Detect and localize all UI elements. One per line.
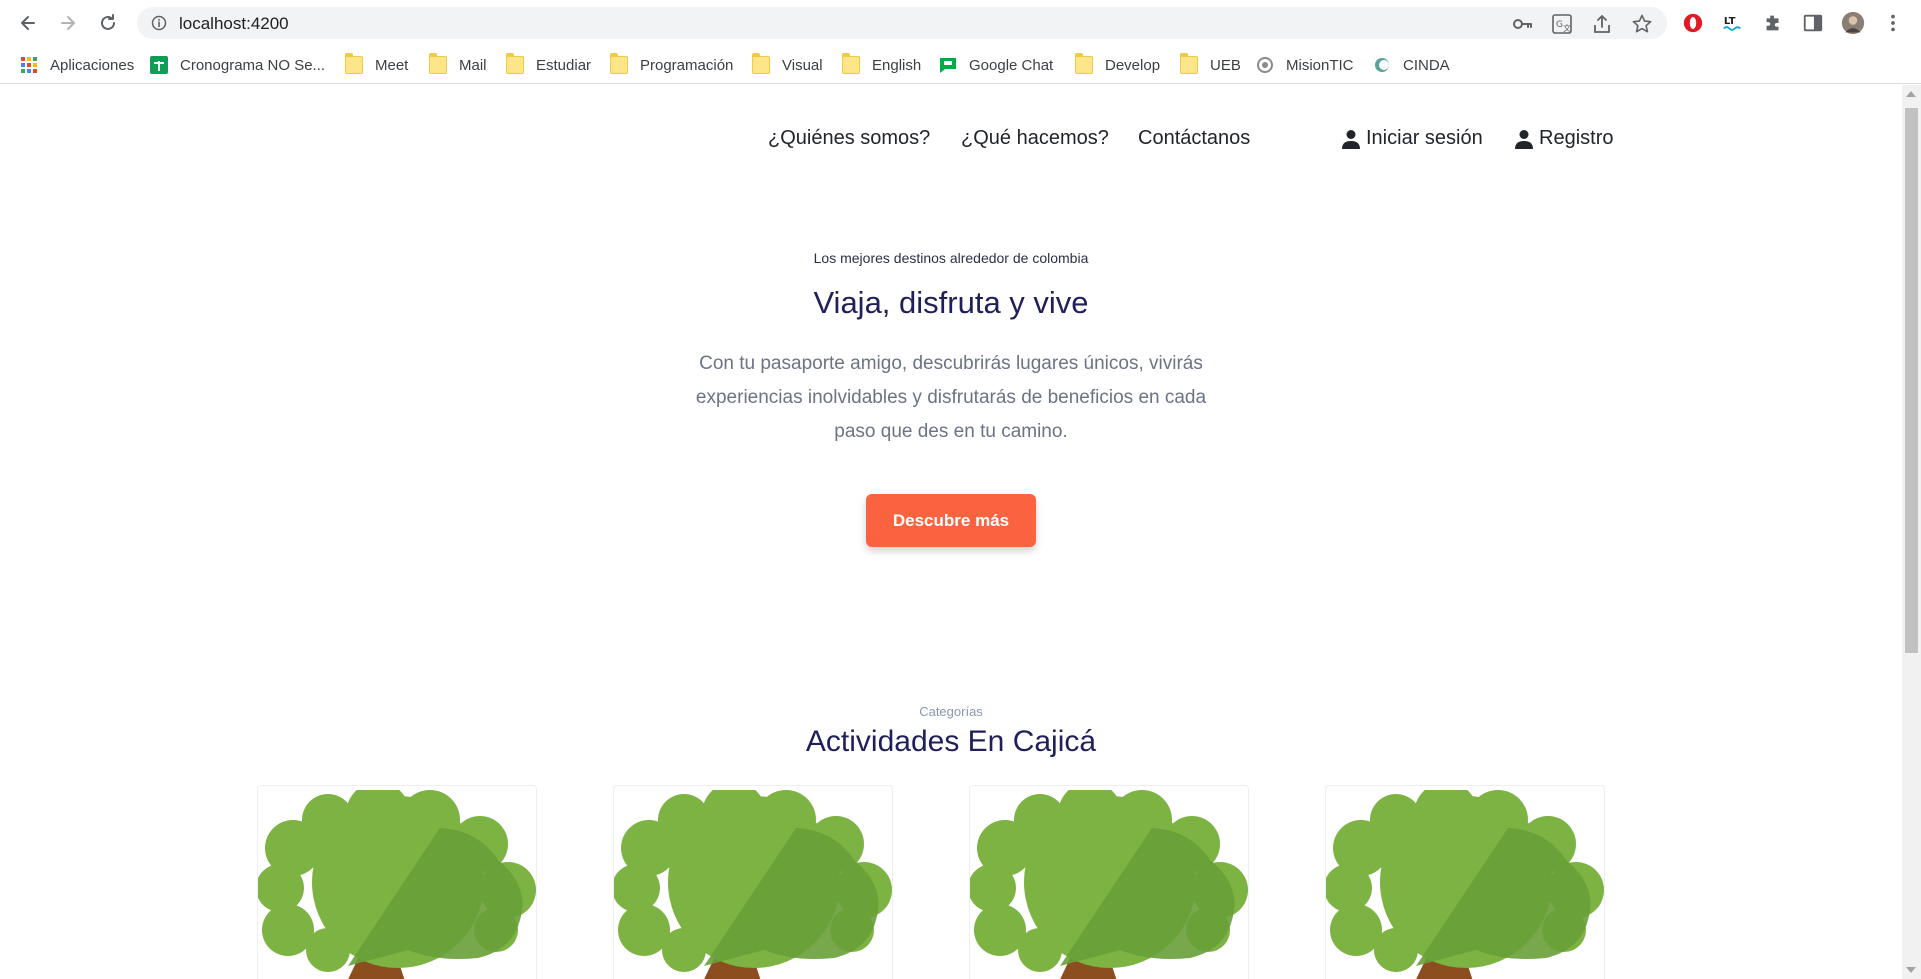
opera-extension-icon[interactable] [1681, 11, 1705, 35]
svg-text:文: 文 [1563, 23, 1571, 33]
reload-button[interactable] [94, 9, 122, 37]
bookmark-mail[interactable]: Mail [429, 53, 487, 76]
svg-text:LT: LT [1724, 16, 1736, 27]
languagetool-extension-icon[interactable]: LT [1721, 11, 1745, 35]
nav-contactanos[interactable]: Contáctanos [1138, 127, 1250, 150]
url-text[interactable]: localhost:4200 [179, 14, 289, 34]
star-icon[interactable] [1631, 13, 1653, 35]
folder-icon [842, 53, 860, 74]
tree-icon [1326, 790, 1604, 979]
misiontic-icon [1257, 57, 1273, 73]
bookmark-visual[interactable]: Visual [752, 53, 823, 76]
page-viewport: ¿Quiénes somos? ¿Qué hacemos? Contáctano… [0, 85, 1902, 979]
bookmark-develop[interactable]: Develop [1075, 53, 1160, 76]
bookmark-cronograma[interactable]: Cronograma NO Se... [150, 54, 325, 76]
folder-icon [429, 53, 447, 74]
bookmark-ueb[interactable]: UEB [1180, 53, 1241, 76]
scroll-thumb[interactable] [1905, 108, 1918, 653]
bookmark-google-chat[interactable]: Google Chat [939, 54, 1053, 76]
arrow-left-icon [21, 16, 35, 30]
descubre-mas-button[interactable]: Descubre más [866, 494, 1036, 547]
page-scrollbar[interactable] [1902, 85, 1921, 979]
activity-card[interactable] [613, 785, 893, 979]
menu-kebab-icon[interactable] [1881, 11, 1905, 35]
hero-description: Con tu pasaporte amigo, descubrirás luga… [695, 353, 1207, 442]
bookmark-cinda[interactable]: CINDA [1373, 54, 1450, 76]
browser-toolbar: localhost:4200 G文 LT [0, 0, 1921, 46]
user-icon [1515, 129, 1533, 149]
google-chat-icon [940, 58, 956, 73]
folder-icon [506, 53, 524, 74]
key-icon[interactable] [1511, 13, 1533, 35]
bookmark-estudiar[interactable]: Estudiar [506, 53, 591, 76]
forward-button[interactable] [54, 9, 82, 37]
scroll-down-arrow[interactable] [1906, 967, 1916, 973]
info-icon[interactable] [151, 15, 167, 31]
side-panel-icon[interactable] [1801, 11, 1825, 35]
activity-card[interactable] [1325, 785, 1605, 979]
folder-icon [1180, 53, 1198, 74]
user-icon [1342, 129, 1360, 149]
arrow-right-icon [61, 16, 75, 30]
bookmark-meet[interactable]: Meet [345, 53, 408, 76]
extensions-puzzle-icon[interactable] [1761, 11, 1785, 35]
translate-icon[interactable]: G文 [1551, 13, 1573, 35]
hero-subtitle: Los mejores destinos alrededor de colomb… [813, 250, 1089, 266]
categories-title: Actividades En Cajicá [805, 725, 1097, 758]
apps-grid-icon [21, 57, 37, 73]
back-button[interactable] [14, 9, 42, 37]
nav-iniciar-sesion[interactable]: Iniciar sesión [1342, 127, 1483, 150]
folder-icon [610, 53, 628, 74]
bookmark-english[interactable]: English [842, 53, 921, 76]
folder-icon [345, 53, 363, 74]
tree-icon [614, 790, 892, 979]
hero-title: Viaja, disfruta y vive [813, 285, 1089, 320]
tree-icon [970, 790, 1248, 979]
svg-text:G: G [1556, 20, 1563, 30]
bookmark-aplicaciones[interactable]: Aplicaciones [20, 54, 134, 76]
bookmark-programacion[interactable]: Programación [610, 53, 733, 76]
scroll-up-arrow[interactable] [1906, 91, 1916, 97]
nav-que-hacemos[interactable]: ¿Qué hacemos? [961, 127, 1109, 150]
sheets-icon [150, 56, 168, 74]
activity-card[interactable] [969, 785, 1249, 979]
nav-registro[interactable]: Registro [1515, 127, 1613, 150]
bookmark-misiontic[interactable]: MisionTIC [1256, 54, 1354, 76]
reload-icon [101, 14, 115, 30]
tree-icon [258, 790, 536, 979]
share-icon[interactable] [1591, 13, 1613, 35]
address-bar[interactable]: localhost:4200 G文 [137, 7, 1667, 39]
folder-icon [752, 53, 770, 74]
cinda-icon [1375, 58, 1389, 72]
bookmarks-bar: Aplicaciones Cronograma NO Se... Meet Ma… [0, 46, 1921, 84]
categories-subtitle: Categorías [919, 704, 983, 719]
profile-avatar[interactable] [1841, 11, 1865, 35]
nav-quienes-somos[interactable]: ¿Quiénes somos? [768, 127, 930, 150]
folder-icon [1075, 53, 1093, 74]
activity-card[interactable] [257, 785, 537, 979]
